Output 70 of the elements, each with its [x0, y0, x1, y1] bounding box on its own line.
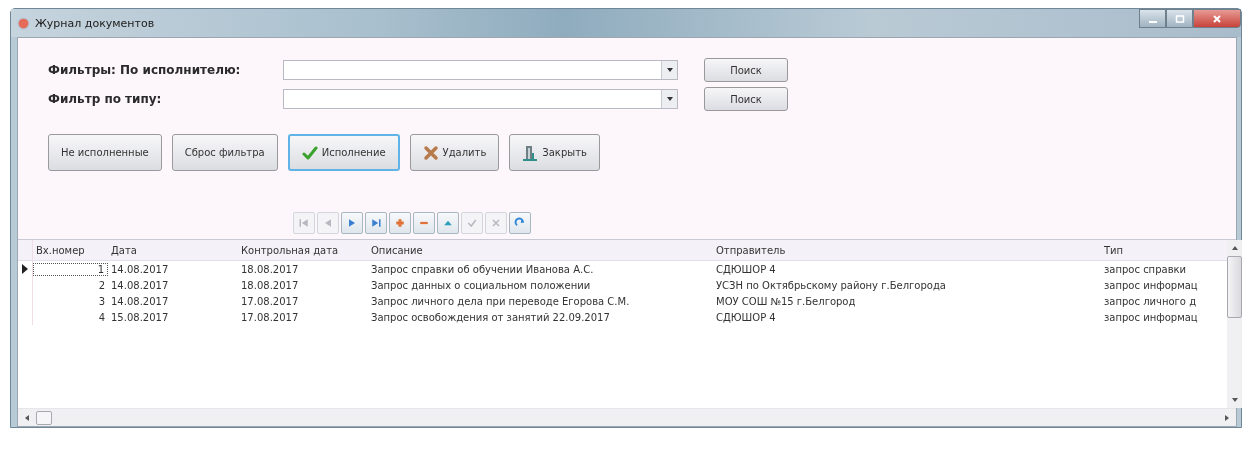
- horizontal-scrollbar[interactable]: [18, 408, 1236, 426]
- scroll-thumb[interactable]: [36, 410, 52, 425]
- table-cell-text: 2: [97, 279, 106, 291]
- table-cell-text: Запрос справки об обучении Иванова А.С.: [370, 263, 595, 275]
- skip-back-icon: [298, 217, 310, 229]
- table-cell-text: запрос информац: [1103, 279, 1199, 291]
- column-header: Тип: [1103, 244, 1125, 256]
- column-header: Вх.номер: [35, 244, 86, 256]
- scroll-thumb[interactable]: [1227, 256, 1242, 318]
- minimize-button[interactable]: [1139, 9, 1166, 28]
- action-button[interactable]: Исполнение: [287, 134, 400, 171]
- scroll-left-icon[interactable]: [23, 412, 31, 423]
- table-cell-text: 17.08.2017: [240, 311, 300, 323]
- door-icon: [522, 144, 539, 161]
- action-button[interactable]: Сброс фильтра: [171, 134, 278, 171]
- vertical-scrollbar[interactable]: [1227, 240, 1242, 408]
- combo-box[interactable]: [283, 89, 678, 109]
- table-cell-text: Запрос освобождения от занятий 22.09.2017: [370, 311, 611, 323]
- table-cell-text: запрос информац: [1103, 311, 1199, 323]
- navigator-button[interactable]: [365, 212, 387, 234]
- table-cell-text: 18.08.2017: [240, 263, 300, 275]
- table-cell-text: 17.08.2017: [240, 295, 300, 307]
- column-header: Дата: [110, 244, 138, 256]
- close-button[interactable]: [1193, 9, 1241, 28]
- navigator-button[interactable]: [389, 212, 411, 234]
- scroll-right-icon[interactable]: [1223, 412, 1231, 423]
- table-cell-text: 14.08.2017: [110, 263, 170, 275]
- table-cell-text: СДЮШОР 4: [715, 311, 777, 323]
- table-cell-text: 14.08.2017: [110, 279, 170, 291]
- action-button[interactable]: Не исполненные: [48, 134, 162, 171]
- column-header: Отправитель: [715, 244, 787, 256]
- table-cell-text: 15.08.2017: [110, 311, 170, 323]
- plus-icon: [394, 217, 406, 229]
- column-header: Описание: [370, 244, 424, 256]
- navigator-button[interactable]: [437, 212, 459, 234]
- table-cell-text: запрос справки: [1103, 263, 1188, 275]
- window-title: Журнал документов: [35, 16, 155, 30]
- maximize-button[interactable]: [1166, 9, 1193, 28]
- table-cell-text: 18.08.2017: [240, 279, 300, 291]
- action-button[interactable]: Удалить: [409, 134, 500, 171]
- app-icon: [17, 16, 30, 30]
- search-button[interactable]: Поиск: [704, 87, 788, 111]
- column-header: Контрольная дата: [240, 244, 340, 256]
- close-icon: [1212, 13, 1222, 24]
- table-cell-text: 14.08.2017: [110, 295, 170, 307]
- check-icon: [466, 217, 478, 229]
- table-cell-text: МОУ СОШ №15 г.Белгород: [715, 295, 857, 307]
- table-cell-text: СДЮШОР 4: [715, 263, 777, 275]
- minimize-icon: [1148, 20, 1157, 23]
- refresh-icon: [514, 217, 526, 229]
- filter-label: Фильтр по типу:: [48, 92, 163, 106]
- table-cell-text: 4: [97, 311, 106, 323]
- table-cell-text: 3: [97, 295, 106, 307]
- navigator-button[interactable]: [341, 212, 363, 234]
- check-icon: [301, 144, 318, 161]
- search-button[interactable]: Поиск: [704, 58, 788, 82]
- table-cell-text: запрос личного д: [1103, 295, 1198, 307]
- cross-icon: [422, 144, 439, 161]
- navigator-button[interactable]: [509, 212, 531, 234]
- table-cell: 1: [33, 262, 108, 276]
- maximize-icon: [1174, 13, 1185, 24]
- skip-forward-icon: [370, 217, 382, 229]
- table-cell-text: УСЗН по Октябрьскому району г.Белгорода: [715, 279, 947, 291]
- filter-label: Фильтры: По исполнителю:: [48, 63, 242, 77]
- action-button[interactable]: Закрыть: [509, 134, 600, 171]
- table-cell-text: Запрос личного дела при переводе Егорова С.М.: [370, 295, 631, 307]
- table-cell-text: Запрос данных о социальном положении: [370, 279, 592, 291]
- navigator-button[interactable]: [413, 212, 435, 234]
- cross-icon: [490, 217, 502, 229]
- combo-box[interactable]: [283, 60, 678, 80]
